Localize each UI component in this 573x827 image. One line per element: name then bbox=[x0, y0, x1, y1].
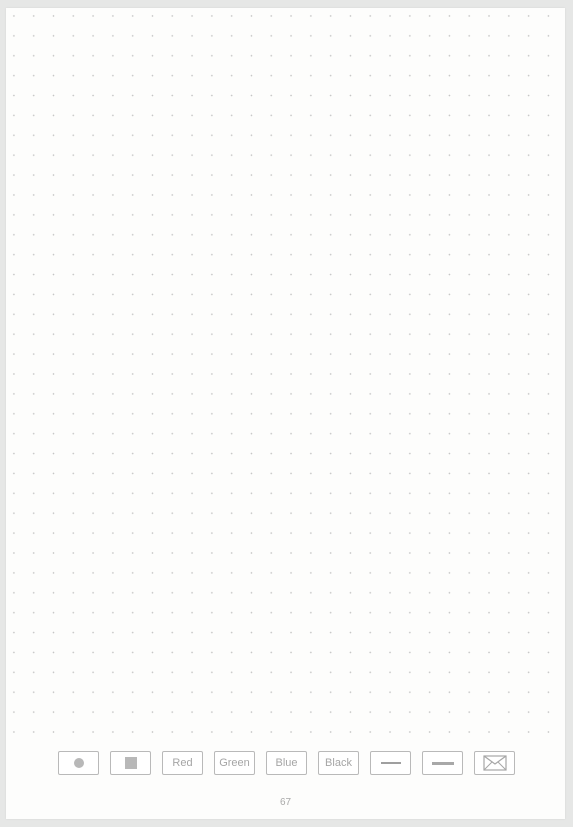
thick-line-button[interactable] bbox=[422, 751, 463, 775]
notebook-page: Red Green Blue Black 67 bbox=[6, 8, 565, 819]
red-color-label: Red bbox=[172, 756, 193, 769]
thin-line-icon bbox=[380, 762, 401, 764]
mail-button[interactable] bbox=[474, 751, 515, 775]
dot-icon bbox=[73, 758, 84, 768]
green-color-button[interactable]: Green bbox=[214, 751, 255, 775]
dot-tool-button[interactable] bbox=[58, 751, 99, 775]
thick-line-icon bbox=[431, 761, 454, 765]
drawing-toolbar: Red Green Blue Black bbox=[58, 751, 515, 775]
blue-color-button[interactable]: Blue bbox=[266, 751, 307, 775]
red-color-button[interactable]: Red bbox=[162, 751, 203, 775]
black-color-label: Black bbox=[325, 756, 352, 769]
square-icon bbox=[124, 757, 137, 769]
blue-color-label: Blue bbox=[275, 756, 298, 769]
envelope-icon bbox=[482, 755, 507, 771]
square-tool-button[interactable] bbox=[110, 751, 151, 775]
dot-grid-background bbox=[6, 8, 565, 738]
thin-line-button[interactable] bbox=[370, 751, 411, 775]
green-color-label: Green bbox=[219, 756, 250, 769]
page-number: 67 bbox=[279, 797, 292, 808]
black-color-button[interactable]: Black bbox=[318, 751, 359, 775]
